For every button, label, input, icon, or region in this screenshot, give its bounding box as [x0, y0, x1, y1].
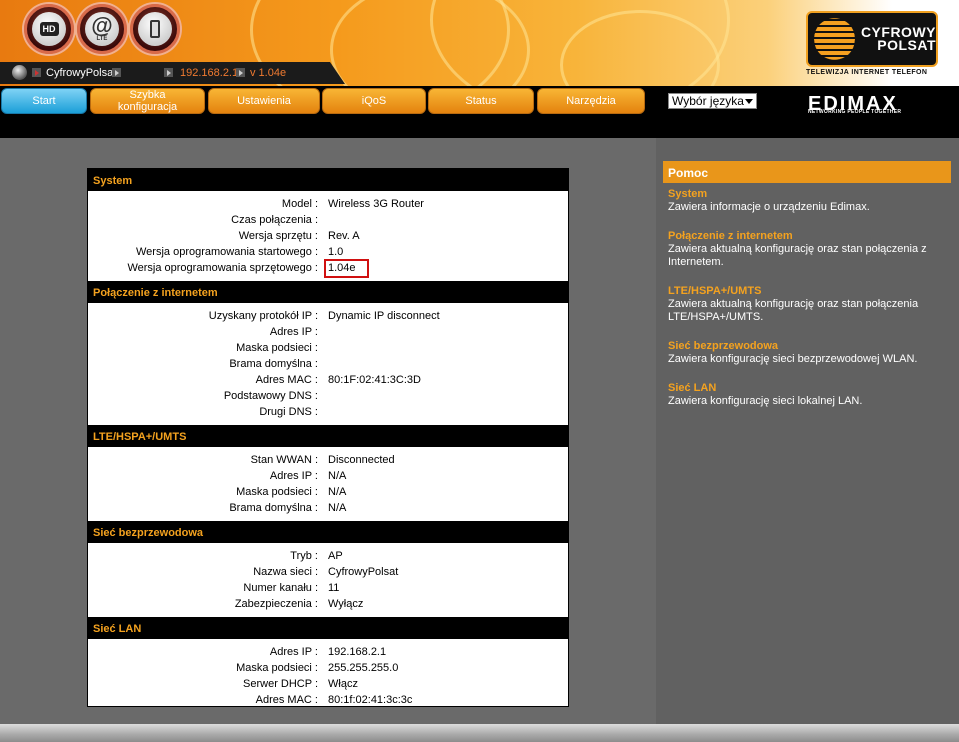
info-row: Maska podsieci :255.255.255.0 [236, 662, 399, 674]
section-title: Sieć bezprzewodowa [88, 521, 568, 543]
tab-settings[interactable]: Ustawienia [208, 88, 320, 114]
info-row: Adres MAC :80:1f:02:41:3c:3c [255, 694, 413, 706]
info-row: Adres IP : N/A [269, 470, 347, 482]
section-title: LTE/HSPA+/UMTS [88, 425, 568, 447]
tab-iqos[interactable]: iQoS [322, 88, 426, 114]
info-row: Drugi DNS : [259, 406, 318, 418]
info-row: Nazwa sieci : CyfrowyPolsat [253, 566, 399, 578]
info-row: Adres IP :192.168.2.1 [269, 646, 387, 658]
chevron-down-icon [745, 99, 753, 104]
info-row: Brama domyślna : [229, 358, 318, 370]
tab-start[interactable]: Start [1, 88, 87, 114]
info-row: Czas połączenia : [231, 214, 318, 226]
device-name: CyfrowyPolsat [46, 67, 117, 79]
tab-tools[interactable]: Narzędzia [537, 88, 645, 114]
play-icon [32, 68, 41, 77]
play-icon [236, 68, 245, 77]
polsat-ball-icon [814, 17, 855, 61]
device-info-bar: CyfrowyPolsat 192.168.2.1 v 1.04e [0, 62, 345, 84]
lte-icon[interactable]: @ LTE [77, 4, 127, 54]
firmware-version: v 1.04e [250, 67, 287, 79]
help-item: Sieć bezprzewodowa Zawiera konfigurację … [668, 340, 918, 365]
help-title: Pomoc [663, 161, 951, 183]
info-row: Model : Wireless 3G Router [281, 198, 424, 210]
device-ip: 192.168.2.1 [180, 67, 239, 79]
tab-status[interactable]: Status [428, 88, 534, 114]
info-row: Wersja oprogramowania startowego :1.0 [136, 246, 344, 258]
edimax-tagline: NETWORKING PEOPLE TOGETHER [808, 109, 902, 115]
highlight-box [324, 259, 369, 278]
info-row: Adres MAC :80:1F:02:41:3C:3D [255, 374, 421, 386]
footer-bar [0, 724, 959, 742]
section-title: Połączenie z internetem [88, 281, 568, 303]
cyfrowy-polsat-logo: CYFROWY POLSAT [806, 11, 938, 67]
help-item: Połączenie z internetem Zawiera aktualną… [668, 230, 927, 268]
info-row: Tryb : AP [290, 550, 343, 562]
play-icon [112, 68, 121, 77]
help-item: System Zawiera informacje o urządzeniu E… [668, 188, 870, 213]
info-row: Wersja oprogramowania sprzętowego :1.04e [88, 259, 568, 278]
brand-tagline: TELEWIZJA INTERNET TELEFON [806, 69, 928, 76]
info-row: Stan WWAN : Disconnected [250, 454, 395, 466]
language-select[interactable]: Wybór języka [668, 93, 757, 109]
info-row: Numer kanału :11 [243, 582, 340, 594]
section-title: System [88, 169, 568, 191]
tab-quick-setup[interactable]: Szybka konfiguracja [90, 88, 205, 114]
info-row: Brama domyślna : N/A [229, 502, 347, 514]
info-row: Serwer DHCP : Włącz [243, 678, 358, 690]
status-ball-icon [12, 65, 27, 80]
help-area [656, 138, 959, 724]
info-row: Maska podsieci : N/A [236, 486, 347, 498]
help-item: Sieć LAN Zawiera konfigurację sieci loka… [668, 382, 863, 407]
main-nav: Start Szybka konfiguracja Ustawienia iQo… [0, 86, 959, 138]
hd-icon[interactable]: HD [24, 4, 74, 54]
play-icon [164, 68, 173, 77]
info-row: Podstawowy DNS : [223, 390, 318, 402]
info-row: Maska podsieci : [236, 342, 318, 354]
info-row: Uzyskany protokół IP : Dynamic IP disconn… [208, 310, 440, 322]
status-panel: System Model : Wireless 3G Router Czas po… [87, 168, 569, 707]
info-row: Wersja sprzętu : Rev. A [238, 230, 360, 242]
info-row: Zabezpieczenia : Wyłącz [234, 598, 364, 610]
help-item: LTE/HSPA+/UMTS Zawiera aktualną konfigur… [668, 285, 919, 323]
info-row: Adres IP : [269, 326, 318, 338]
phone-icon[interactable] [130, 4, 180, 54]
section-title: Sieć LAN [88, 617, 568, 639]
